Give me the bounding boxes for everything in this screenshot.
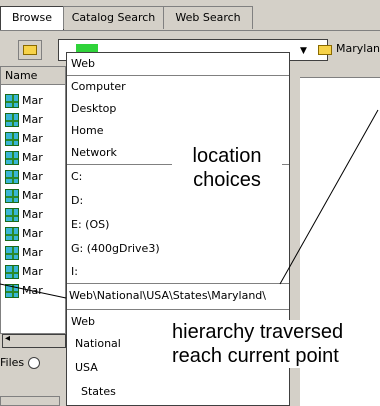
location-choices-annotation: location choices (172, 144, 282, 192)
annotation-line-left (0, 283, 67, 299)
annotation-line-right (279, 109, 379, 285)
location-annotation-line2: choices (193, 169, 261, 191)
location-annotation-line1: location (192, 145, 262, 167)
hierarchy-annotation: hierarchy traversed reach current point (172, 320, 380, 368)
hierarchy-annotation-line1: hierarchy traversed (172, 321, 344, 343)
hierarchy-annotation-line2: reach current point (172, 345, 339, 367)
